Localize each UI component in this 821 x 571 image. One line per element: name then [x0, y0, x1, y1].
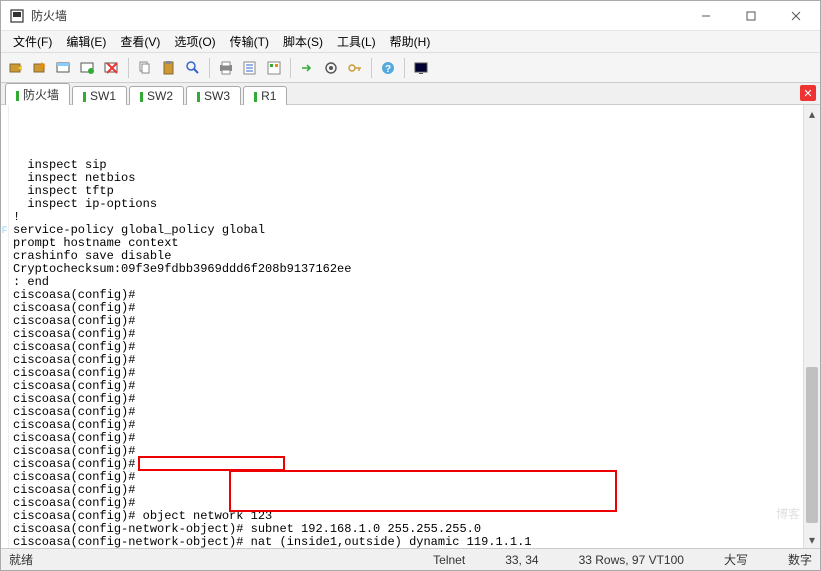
window-controls — [683, 1, 818, 30]
window-title: 防火墙 — [31, 7, 683, 24]
toolbar-reconnect-icon[interactable] — [77, 57, 99, 79]
status-cursor-pos: 33, 34 — [505, 553, 538, 567]
app-icon — [9, 8, 25, 24]
toolbar-separator — [404, 58, 405, 78]
svg-text:?: ? — [385, 64, 391, 75]
status-indicator-icon — [197, 92, 200, 102]
tab-sw3[interactable]: SW3 — [186, 86, 241, 105]
menu-options[interactable]: 选项(O) — [168, 31, 221, 52]
status-ready: 就绪 — [9, 551, 33, 568]
toolbar-separator — [290, 58, 291, 78]
minimize-button[interactable] — [683, 1, 728, 30]
toolbar-quickconnect-icon[interactable] — [29, 57, 51, 79]
toolbar-separator — [128, 58, 129, 78]
menu-tools[interactable]: 工具(L) — [331, 31, 382, 52]
status-protocol: Telnet — [433, 553, 465, 567]
close-button[interactable] — [773, 1, 818, 30]
toolbar-settings-icon[interactable] — [320, 57, 342, 79]
menu-file[interactable]: 文件(F) — [7, 31, 58, 52]
toolbar-properties-icon[interactable] — [239, 57, 261, 79]
terminal-area: F inspect sip inspect netbios inspect tf… — [1, 105, 820, 548]
toolbar-paste-icon[interactable] — [158, 57, 180, 79]
tabbar: 防火墙 SW1 SW2 SW3 R1 ✕ — [1, 83, 820, 105]
toolbar-separator — [209, 58, 210, 78]
terminal-line: inspect ip-options — [13, 198, 799, 211]
tab-label: SW2 — [147, 89, 173, 103]
toolbar-xfer-icon[interactable] — [296, 57, 318, 79]
toolbar-key-icon[interactable] — [344, 57, 366, 79]
status-indicator-icon — [83, 92, 86, 102]
titlebar: 防火墙 — [1, 1, 820, 31]
toolbar-copy-icon[interactable] — [134, 57, 156, 79]
terminal-line: inspect netbios — [13, 172, 799, 185]
scroll-down-icon[interactable]: ▾ — [804, 531, 820, 548]
watermark: 博客 — [776, 505, 800, 522]
terminal-output[interactable]: inspect sip inspect netbios inspect tftp… — [9, 105, 803, 548]
terminal-line: ciscoasa(config-network-object)# nat (in… — [13, 536, 799, 548]
menu-script[interactable]: 脚本(S) — [277, 31, 329, 52]
toolbar-options-icon[interactable] — [263, 57, 285, 79]
status-indicator-icon — [254, 92, 257, 102]
tab-r1[interactable]: R1 — [243, 86, 287, 105]
menu-view[interactable]: 查看(V) — [114, 31, 166, 52]
terminal-line: Cryptochecksum:09f3e9fdbb3969ddd6f208b91… — [13, 263, 799, 276]
tab-sw2[interactable]: SW2 — [129, 86, 184, 105]
toolbar-find-icon[interactable] — [182, 57, 204, 79]
scroll-thumb[interactable] — [806, 367, 818, 522]
toolbar-session-icon[interactable] — [53, 57, 75, 79]
toolbar: ? — [1, 53, 820, 83]
scroll-track[interactable] — [804, 122, 820, 531]
menu-help[interactable]: 帮助(H) — [384, 31, 437, 52]
status-indicator-icon — [140, 92, 143, 102]
tab-label: R1 — [261, 89, 276, 103]
toolbar-print-icon[interactable] — [215, 57, 237, 79]
tab-sw1[interactable]: SW1 — [72, 86, 127, 105]
menubar: 文件(F) 编辑(E) 查看(V) 选项(O) 传输(T) 脚本(S) 工具(L… — [1, 31, 820, 53]
vertical-scrollbar[interactable]: ▴ ▾ — [803, 105, 820, 548]
toolbar-screen-icon[interactable] — [410, 57, 432, 79]
status-size: 33 Rows, 97 VT100 — [579, 553, 684, 567]
tab-label: 防火墙 — [23, 88, 59, 102]
statusbar: 就绪 Telnet 33, 34 33 Rows, 97 VT100 大写 数字 — [1, 548, 820, 570]
menu-edit[interactable]: 编辑(E) — [60, 31, 112, 52]
toolbar-disconnect-icon[interactable] — [101, 57, 123, 79]
left-gutter: F — [1, 105, 9, 548]
tab-firewall[interactable]: 防火墙 — [5, 83, 70, 105]
status-caps: 大写 — [724, 551, 748, 568]
toolbar-help-icon[interactable]: ? — [377, 57, 399, 79]
toolbar-connect-icon[interactable] — [5, 57, 27, 79]
app-window: 防火墙 文件(F) 编辑(E) 查看(V) 选项(O) 传输(T) 脚本(S) … — [0, 0, 821, 571]
tab-close-button[interactable]: ✕ — [800, 85, 816, 101]
menu-transfer[interactable]: 传输(T) — [224, 31, 275, 52]
tab-label: SW1 — [90, 89, 116, 103]
scroll-up-icon[interactable]: ▴ — [804, 105, 820, 122]
toolbar-separator — [371, 58, 372, 78]
tab-label: SW3 — [204, 89, 230, 103]
status-num: 数字 — [788, 551, 812, 568]
status-indicator-icon — [16, 91, 19, 101]
maximize-button[interactable] — [728, 1, 773, 30]
